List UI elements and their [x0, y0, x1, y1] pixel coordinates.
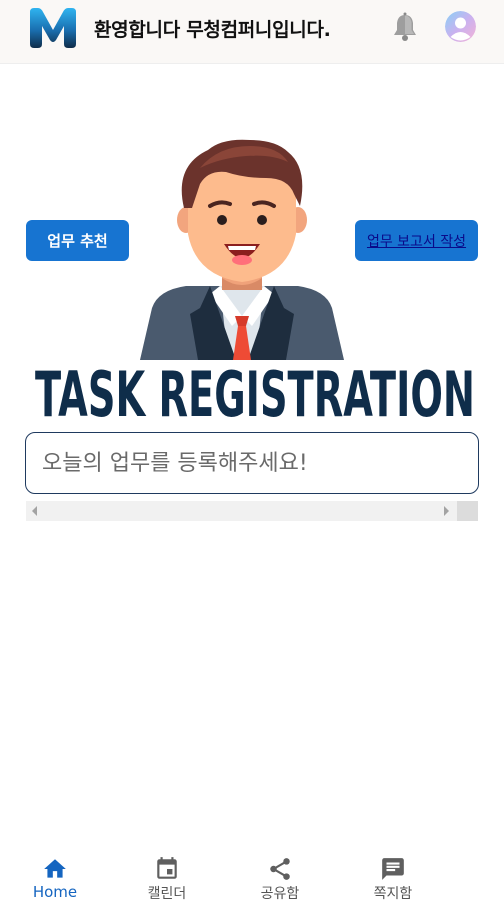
nav-item-share[interactable]: 공유함	[235, 856, 325, 906]
nav-item-messages[interactable]: 쪽지함	[348, 856, 438, 906]
businessman-illustration	[140, 139, 344, 360]
message-icon	[382, 858, 404, 880]
home-icon	[44, 859, 66, 878]
task-recommend-button[interactable]: 업무 추천	[26, 220, 129, 261]
bottom-navigation: Home 캘린더 공유함 쪽지함	[0, 848, 504, 908]
scroll-right-arrow-icon[interactable]	[444, 506, 449, 516]
bell-icon[interactable]	[392, 12, 418, 42]
welcome-message: 환영합니다 무청컴퍼니입니다.	[94, 19, 331, 41]
scrollbar-thumb[interactable]	[457, 501, 478, 521]
avatar-icon[interactable]	[445, 11, 476, 42]
horizontal-scrollbar[interactable]	[26, 501, 478, 521]
nav-label-share: 공유함	[260, 886, 300, 902]
hero-title: TASK REGISTRATION	[32, 358, 478, 431]
write-report-link[interactable]: 업무 보고서 작성	[367, 231, 466, 251]
app-header: 환영합니다 무청컴퍼니입니다.	[0, 0, 504, 64]
scroll-left-arrow-icon[interactable]	[32, 506, 37, 516]
nav-item-home[interactable]: Home	[10, 856, 100, 906]
calendar-icon	[157, 857, 177, 879]
m-logo-icon[interactable]	[28, 6, 78, 50]
nav-item-calendar[interactable]: 캘린더	[122, 856, 212, 906]
share-icon	[270, 858, 290, 880]
write-report-button[interactable]: 업무 보고서 작성	[355, 220, 478, 261]
nav-label-home: Home	[32, 883, 78, 901]
nav-label-messages: 쪽지함	[373, 886, 413, 902]
nav-label-calendar: 캘린더	[147, 886, 187, 902]
task-input[interactable]	[25, 432, 479, 494]
hero-title-text: TASK REGISTRATION	[35, 362, 475, 422]
